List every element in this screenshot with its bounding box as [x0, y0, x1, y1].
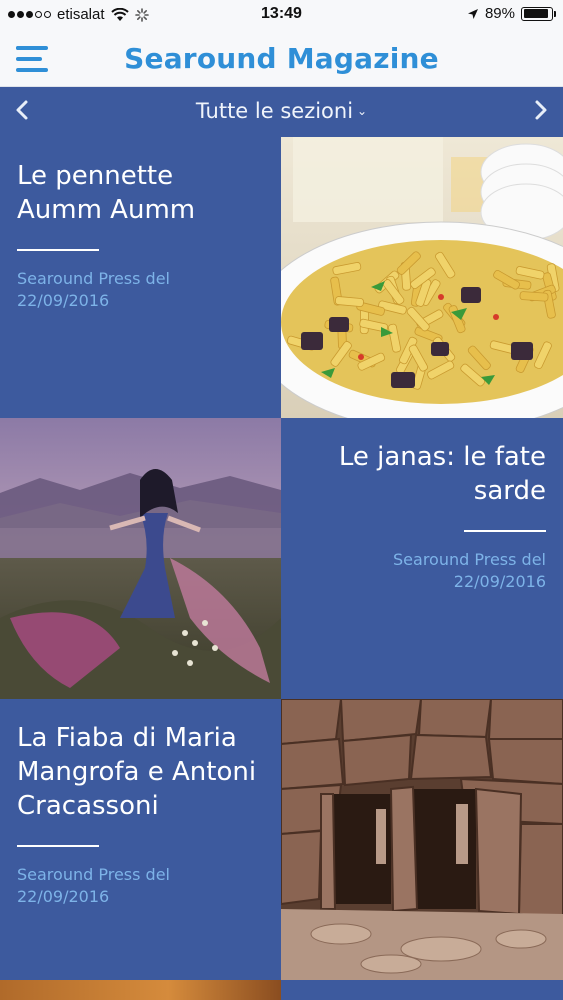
- article-date: 22/09/2016: [17, 887, 110, 906]
- section-dropdown[interactable]: Tutte le sezioni ⌄: [0, 99, 563, 123]
- article-title: Le pennette Aumm Aumm: [17, 161, 196, 225]
- article-title: Le janas: le fate sarde: [338, 442, 546, 506]
- article-source: Searound Press del: [17, 865, 170, 884]
- chevron-right-icon[interactable]: [533, 95, 549, 128]
- article-source: Searound Press del: [393, 550, 546, 569]
- status-bar: etisalat 13:49 89%: [0, 0, 563, 30]
- article-source: Searound Press del: [17, 269, 170, 288]
- next-row-preview: [0, 980, 563, 1000]
- article-tile[interactable]: Le janas: le fate sarde Searound Press d…: [281, 418, 563, 699]
- location-arrow-icon: [467, 8, 478, 19]
- article-title: La Fiaba di Maria Mangrofa e Antoni Crac…: [17, 723, 257, 821]
- status-right: 89%: [467, 5, 556, 22]
- article-row: Le janas: le fate sarde Searound Press d…: [0, 418, 563, 699]
- article-date: 22/09/2016: [453, 572, 546, 591]
- article-row: La Fiaba di Maria Mangrofa e Antoni Crac…: [0, 699, 563, 980]
- article-row: Le pennette Aumm Aumm Searound Press del…: [0, 137, 563, 418]
- article-tile-partial[interactable]: [281, 980, 563, 1000]
- article-tile[interactable]: Le pennette Aumm Aumm Searound Press del…: [0, 137, 281, 418]
- section-dropdown-label: Tutte le sezioni: [195, 99, 354, 123]
- app-header: Searound Magazine: [0, 30, 563, 87]
- article-tile[interactable]: La Fiaba di Maria Mangrofa e Antoni Crac…: [0, 699, 281, 980]
- article-image-pasta[interactable]: [281, 137, 563, 418]
- article-image-stones[interactable]: [281, 699, 563, 980]
- battery-icon: [521, 6, 556, 21]
- divider: [464, 530, 546, 532]
- article-image-fairy[interactable]: [0, 418, 281, 699]
- divider: [17, 249, 99, 251]
- divider: [17, 845, 99, 847]
- battery-fill: [523, 9, 548, 18]
- battery-percent: 89%: [484, 5, 515, 22]
- section-nav: Tutte le sezioni ⌄: [0, 87, 563, 137]
- article-grid: Le pennette Aumm Aumm Searound Press del…: [0, 137, 563, 980]
- article-date: 22/09/2016: [17, 291, 110, 310]
- article-image-partial[interactable]: [0, 980, 281, 1000]
- chevron-down-icon: ⌄: [357, 104, 368, 118]
- app-title: Searound Magazine: [124, 42, 439, 75]
